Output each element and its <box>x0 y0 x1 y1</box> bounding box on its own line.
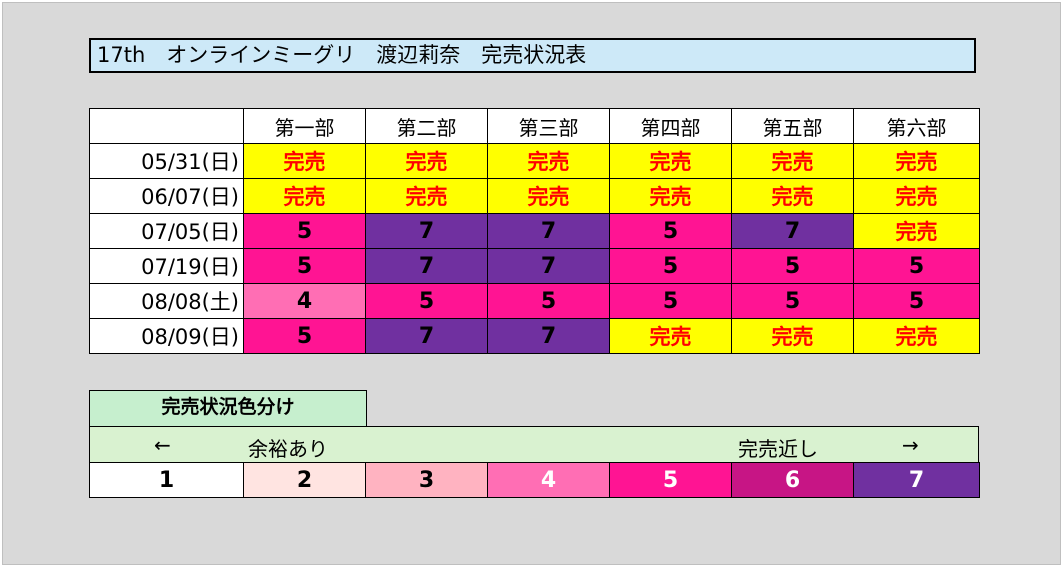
sold-out-cell[interactable]: 完売 <box>853 143 980 179</box>
legend-level-cell[interactable]: 7 <box>853 462 980 498</box>
availability-cell[interactable]: 7 <box>365 213 488 249</box>
legend-level-cell[interactable]: 4 <box>487 462 610 498</box>
schedule-row: 06/07(日) 完売 完売 完売 完売 完売 完売 <box>89 178 980 214</box>
schedule-table: 第一部 第二部 第三部 第四部 第五部 第六部 05/31(日) 完売 完売 完売 完売 完売 完売 06… <box>89 108 980 354</box>
legend-level-cell[interactable]: 5 <box>609 462 732 498</box>
right-label: 完売近し <box>738 437 818 461</box>
availability-cell[interactable]: 7 <box>487 318 610 354</box>
sold-out-cell[interactable]: 完売 <box>487 178 610 214</box>
spreadsheet-area: 17th オンラインミーグリ 渡辺莉奈 完売状況表 第一部 第二部 第三部 第四部 第五… <box>2 2 1061 565</box>
legend-level-cell[interactable]: 2 <box>243 462 366 498</box>
sold-out-cell[interactable]: 完売 <box>853 213 980 249</box>
legend-scale-table: 1234567 <box>89 462 980 498</box>
schedule-row: 07/05(日) 5 7 7 5 7 完売 <box>89 213 980 249</box>
availability-cell[interactable]: 5 <box>609 248 732 284</box>
availability-cell[interactable]: 5 <box>853 248 980 284</box>
availability-cell[interactable]: 5 <box>609 283 732 319</box>
part-header[interactable]: 第六部 <box>853 108 980 144</box>
availability-cell[interactable]: 5 <box>365 283 488 319</box>
corner-cell[interactable] <box>89 108 244 144</box>
legend-scale-row: 1234567 <box>89 462 980 498</box>
schedule-row: 08/08(土) 4 5 5 5 5 5 <box>89 283 980 319</box>
date-cell[interactable]: 06/07(日) <box>89 178 244 214</box>
sold-out-cell[interactable]: 完売 <box>609 143 732 179</box>
availability-cell[interactable]: 5 <box>609 213 732 249</box>
left-label: 余裕あり <box>248 437 328 461</box>
sold-out-cell[interactable]: 完売 <box>365 178 488 214</box>
availability-cell[interactable]: 5 <box>731 283 854 319</box>
availability-cell[interactable]: 5 <box>853 283 980 319</box>
legend-level-cell[interactable]: 3 <box>365 462 488 498</box>
sold-out-cell[interactable]: 完売 <box>243 178 366 214</box>
sold-out-cell[interactable]: 完売 <box>853 318 980 354</box>
legend-level-cell[interactable]: 6 <box>731 462 854 498</box>
availability-cell[interactable]: 5 <box>487 283 610 319</box>
part-header[interactable]: 第一部 <box>243 108 366 144</box>
header-row: 第一部 第二部 第三部 第四部 第五部 第六部 <box>89 108 980 144</box>
date-cell[interactable]: 07/05(日) <box>89 213 244 249</box>
sold-out-cell[interactable]: 完売 <box>609 318 732 354</box>
availability-cell[interactable]: 5 <box>243 318 366 354</box>
legend-axis-row[interactable]: ← 余裕あり 完売近し → <box>89 426 979 463</box>
part-header[interactable]: 第五部 <box>731 108 854 144</box>
sold-out-cell[interactable]: 完売 <box>243 143 366 179</box>
left-arrow-icon: ← <box>154 433 171 457</box>
date-cell[interactable]: 08/09(日) <box>89 318 244 354</box>
schedule-row: 05/31(日) 完売 完売 完売 完売 完売 完売 <box>89 143 980 179</box>
availability-cell[interactable]: 7 <box>731 213 854 249</box>
part-header[interactable]: 第二部 <box>365 108 488 144</box>
right-arrow-icon: → <box>902 433 919 457</box>
availability-cell[interactable]: 7 <box>487 213 610 249</box>
date-cell[interactable]: 08/08(土) <box>89 283 244 319</box>
availability-cell[interactable]: 5 <box>243 248 366 284</box>
availability-cell[interactable]: 7 <box>365 318 488 354</box>
sheet-title[interactable]: 17th オンラインミーグリ 渡辺莉奈 完売状況表 <box>89 38 976 73</box>
schedule-row: 08/09(日) 5 7 7 完売 完売 完売 <box>89 318 980 354</box>
availability-cell[interactable]: 5 <box>243 213 366 249</box>
legend-level-cell[interactable]: 1 <box>89 462 244 498</box>
part-header[interactable]: 第四部 <box>609 108 732 144</box>
schedule-row: 07/19(日) 5 7 7 5 5 5 <box>89 248 980 284</box>
availability-cell[interactable]: 4 <box>243 283 366 319</box>
sold-out-cell[interactable]: 完売 <box>365 143 488 179</box>
sold-out-cell[interactable]: 完売 <box>731 318 854 354</box>
date-cell[interactable]: 05/31(日) <box>89 143 244 179</box>
sold-out-cell[interactable]: 完売 <box>487 143 610 179</box>
sold-out-cell[interactable]: 完売 <box>609 178 732 214</box>
availability-cell[interactable]: 7 <box>365 248 488 284</box>
sold-out-cell[interactable]: 完売 <box>731 143 854 179</box>
sold-out-cell[interactable]: 完売 <box>853 178 980 214</box>
date-cell[interactable]: 07/19(日) <box>89 248 244 284</box>
part-header[interactable]: 第三部 <box>487 108 610 144</box>
legend-title[interactable]: 完売状況色分け <box>89 390 367 427</box>
sold-out-cell[interactable]: 完売 <box>731 178 854 214</box>
availability-cell[interactable]: 7 <box>487 248 610 284</box>
availability-cell[interactable]: 5 <box>731 248 854 284</box>
